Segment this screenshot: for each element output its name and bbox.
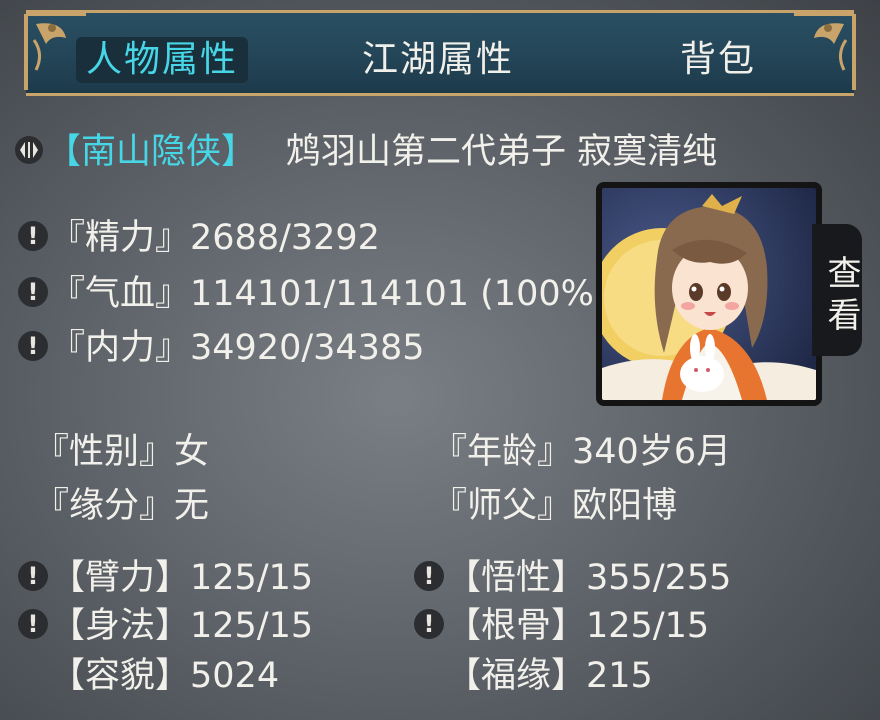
attr-constitution: ! 【根骨】125/15 xyxy=(414,604,709,648)
warning-icon[interactable]: ! xyxy=(414,609,444,639)
attr-value: 125/15 xyxy=(190,606,314,646)
character-description: 鸩羽山第二代弟子 寂寞清纯 xyxy=(286,132,718,172)
stat-value: 114101/114101 (100% xyxy=(190,274,594,314)
attr-value: 355/255 xyxy=(586,558,732,598)
info-fate: 『缘分』无 xyxy=(34,484,209,528)
view-button[interactable]: 查看 xyxy=(812,224,862,356)
attr-value: 125/15 xyxy=(586,606,710,646)
tab-jianghu-attributes[interactable]: 江湖属性 xyxy=(362,37,514,83)
info-label: 『年龄』 xyxy=(432,432,573,472)
info-value: 女 xyxy=(174,432,210,472)
info-value: 欧阳博 xyxy=(572,486,678,526)
warning-icon[interactable]: ! xyxy=(18,561,48,591)
stat-label: 『气血』 xyxy=(50,274,191,314)
attr-label: 【臂力】 xyxy=(50,558,191,598)
top-tab-bar: 人物属性 江湖属性 背包 xyxy=(24,10,856,96)
stat-label: 『内力』 xyxy=(50,328,191,368)
info-label: 『师父』 xyxy=(432,486,573,526)
warning-icon[interactable]: ! xyxy=(18,331,48,361)
attr-insight: ! 【悟性】355/255 xyxy=(414,556,731,600)
attr-value: 215 xyxy=(586,656,653,696)
portrait-illustration xyxy=(602,188,816,400)
tab-character-attributes[interactable]: 人物属性 xyxy=(76,37,249,83)
ornament-corner-icon xyxy=(794,12,856,90)
info-age: 『年龄』340岁6月 xyxy=(432,430,731,474)
warning-icon[interactable]: ! xyxy=(18,221,48,251)
swap-icon[interactable] xyxy=(14,135,44,165)
attr-looks: 【容貌】5024 xyxy=(50,654,279,698)
stat-value: 2688/3292 xyxy=(190,218,380,258)
info-label: 『缘分』 xyxy=(34,486,175,526)
attr-luck: 【福缘】215 xyxy=(446,654,653,698)
attr-agility: ! 【身法】125/15 xyxy=(18,604,313,648)
attr-value: 5024 xyxy=(190,656,280,696)
info-gender: 『性别』女 xyxy=(34,430,209,474)
stat-label: 『精力』 xyxy=(50,218,191,258)
character-title[interactable]: 【南山隐侠】 xyxy=(46,132,256,172)
attr-label: 【福缘】 xyxy=(446,656,587,696)
attr-value: 125/15 xyxy=(190,558,314,598)
stat-row-inner-power: ! 『内力』34920/34385 xyxy=(18,326,425,370)
attr-label: 【容貌】 xyxy=(50,656,191,696)
attr-label: 【根骨】 xyxy=(446,606,587,646)
character-portrait[interactable] xyxy=(596,182,822,406)
attr-label: 【身法】 xyxy=(50,606,191,646)
info-value: 340岁6月 xyxy=(572,432,732,472)
info-value: 无 xyxy=(174,486,210,526)
warning-icon[interactable]: ! xyxy=(18,609,48,639)
character-title-row: 【南山隐侠】 xyxy=(14,130,256,174)
info-label: 『性别』 xyxy=(34,432,175,472)
stat-value: 34920/34385 xyxy=(190,328,425,368)
warning-icon[interactable]: ! xyxy=(414,561,444,591)
attr-strength: ! 【臂力】125/15 xyxy=(18,556,313,600)
stat-row-health: ! 『气血』114101/114101 (100% xyxy=(18,272,598,316)
attr-label: 【悟性】 xyxy=(446,558,587,598)
tab-backpack[interactable]: 背包 xyxy=(680,37,756,83)
info-master: 『师父』欧阳博 xyxy=(432,484,677,528)
warning-icon[interactable]: ! xyxy=(18,277,48,307)
stat-row-energy: ! 『精力』2688/3292 xyxy=(18,216,380,260)
